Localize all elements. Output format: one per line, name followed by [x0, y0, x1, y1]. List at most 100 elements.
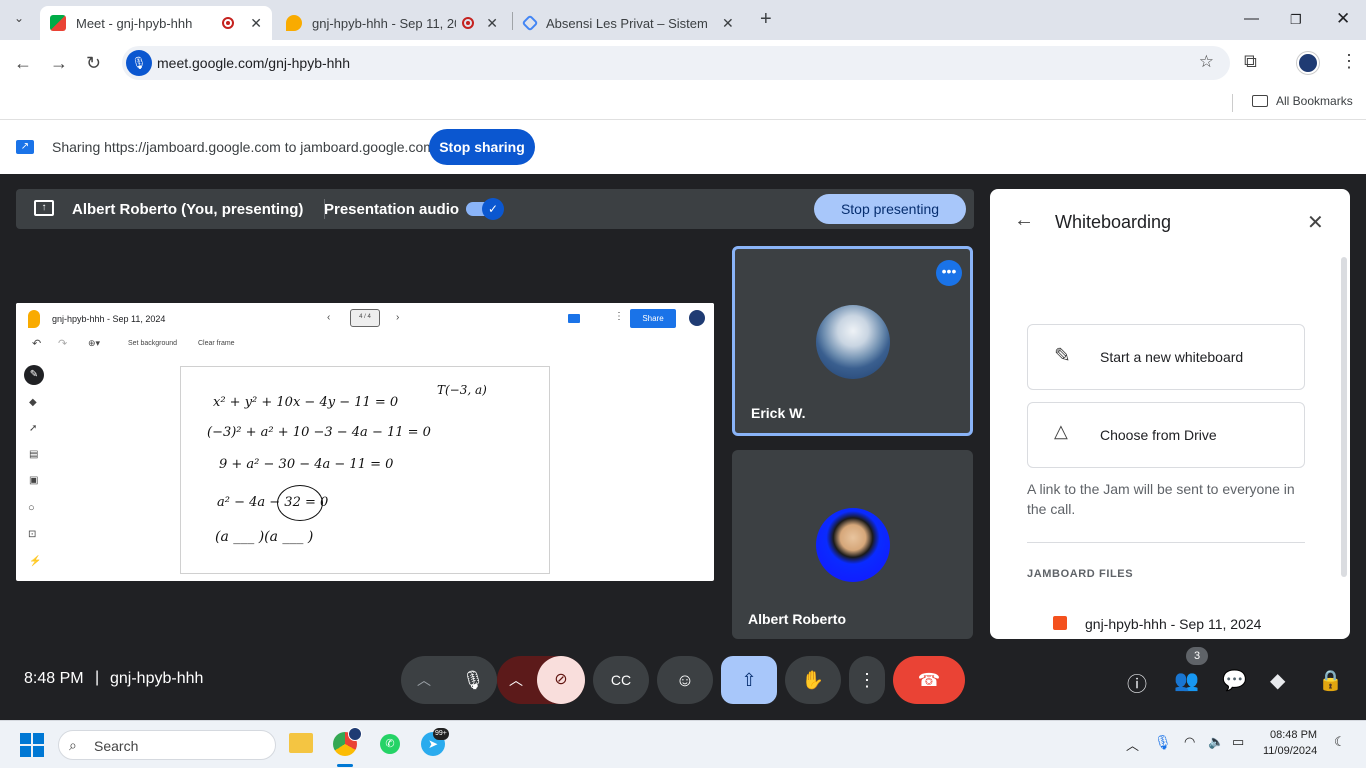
- recording-icon: [462, 17, 475, 29]
- tray-mic-icon[interactable]: 🎙: [1154, 734, 1172, 751]
- profile-avatar[interactable]: [1297, 52, 1319, 74]
- tab-jamboard[interactable]: gnj-hpyb-hhh - Sep 11, 2024 ✕: [276, 6, 508, 40]
- url-text[interactable]: meet.google.com/gnj-hpyb-hhh: [157, 55, 350, 71]
- video-options-chevron-icon[interactable]: ︿: [509, 656, 523, 704]
- meeting-details-icon[interactable]: ⓘ: [1127, 668, 1147, 697]
- participant-tile-albert[interactable]: Albert Roberto: [732, 450, 973, 639]
- presentation-audio-toggle[interactable]: [466, 198, 504, 220]
- clock-time[interactable]: 08:48 PM: [1270, 729, 1317, 741]
- more-options-button[interactable]: ⋮: [849, 656, 885, 704]
- handwriting-line: T(−3, a): [437, 383, 487, 397]
- camera-off-button[interactable]: ⊘: [537, 656, 585, 704]
- host-controls-icon[interactable]: 🔒: [1318, 668, 1343, 693]
- wifi-icon[interactable]: ◠: [1184, 734, 1195, 750]
- windows-start-icon[interactable]: [20, 733, 44, 757]
- zoom-icon[interactable]: ⊕▾: [88, 338, 100, 349]
- panel-scrollbar[interactable]: [1341, 257, 1347, 577]
- restore-icon[interactable]: ❐: [1290, 12, 1302, 28]
- redo-icon[interactable]: ↷: [58, 337, 67, 350]
- undo-icon[interactable]: ↶: [32, 337, 41, 350]
- stop-sharing-button[interactable]: Stop sharing: [429, 129, 535, 165]
- tab-meet[interactable]: Meet - gnj-hpyb-hhh ✕: [40, 6, 272, 40]
- emoji-reactions-button[interactable]: ☺: [657, 656, 713, 704]
- clock-date[interactable]: 11/09/2024: [1263, 745, 1317, 757]
- bookmark-star-icon[interactable]: ☆: [1199, 52, 1214, 72]
- jamboard-share-button[interactable]: Share: [630, 309, 676, 328]
- jamboard-file-item[interactable]: gnj-hpyb-hhh - Sep 11, 2024: [1085, 616, 1261, 632]
- handwriting-circle: [277, 485, 323, 521]
- activities-icon[interactable]: ◆: [1270, 668, 1285, 693]
- menu-kebab-icon[interactable]: ⋮: [1340, 51, 1358, 72]
- more-options-icon[interactable]: •••: [936, 260, 962, 286]
- address-bar[interactable]: 🎙 meet.google.com/gnj-hpyb-hhh ☆: [122, 46, 1230, 80]
- folder-icon: [1252, 95, 1268, 107]
- divider: |: [95, 669, 100, 686]
- meeting-time: 8:48 PM: [24, 670, 84, 687]
- present-icon[interactable]: [568, 314, 580, 323]
- all-bookmarks-link[interactable]: All Bookmarks: [1276, 94, 1353, 108]
- people-icon[interactable]: 👥: [1174, 668, 1199, 693]
- window-close-icon[interactable]: ✕: [1336, 9, 1350, 29]
- captions-button[interactable]: CC: [593, 656, 649, 704]
- pen-tool-icon[interactable]: ✎: [24, 365, 44, 385]
- close-tab-icon[interactable]: ✕: [486, 15, 498, 32]
- participant-tile-erick[interactable]: ••• Erick W.: [732, 246, 973, 436]
- forward-icon[interactable]: →: [50, 53, 68, 74]
- jamboard-canvas[interactable]: x² + y² + 10x − 4y − 11 = 0 (−3)² + a² +…: [180, 366, 550, 574]
- new-tab-button[interactable]: +: [760, 8, 772, 31]
- whatsapp-icon[interactable]: ✆: [380, 734, 400, 754]
- participant-name: Albert Roberto: [748, 611, 846, 627]
- clear-frame-button[interactable]: Clear frame: [198, 340, 235, 347]
- select-tool-icon[interactable]: ➚: [29, 423, 37, 434]
- text-box-icon[interactable]: ⊡: [28, 529, 36, 540]
- sticky-note-icon[interactable]: ▤: [29, 449, 38, 460]
- close-tab-icon[interactable]: ✕: [722, 15, 734, 32]
- eraser-tool-icon[interactable]: ◆: [29, 397, 37, 408]
- meeting-code: gnj-hpyb-hhh: [110, 670, 204, 687]
- raise-hand-button[interactable]: ✋: [785, 656, 841, 704]
- volume-icon[interactable]: 🔈: [1208, 734, 1224, 750]
- windows-taskbar: ⌕ Search ✆ ➤ 99+ ︿ 🎙 ◠ 🔈 ▭ 08:48 PM 11/0…: [0, 720, 1366, 768]
- audio-options-chevron-icon[interactable]: ︿: [417, 656, 431, 704]
- button-label: Start a new whiteboard: [1100, 349, 1244, 365]
- panel-title: Whiteboarding: [1055, 212, 1172, 232]
- start-new-whiteboard-button[interactable]: ✎ Start a new whiteboard: [1027, 324, 1305, 390]
- circle-tool-icon[interactable]: ○: [28, 502, 35, 514]
- choose-from-drive-button[interactable]: △ Choose from Drive: [1027, 402, 1305, 468]
- back-icon[interactable]: ←: [14, 53, 32, 74]
- button-label: Choose from Drive: [1100, 427, 1217, 443]
- whiteboarding-panel: ← Whiteboarding ✕ ✎ Start a new whiteboa…: [990, 189, 1350, 639]
- prev-frame-icon[interactable]: ‹: [327, 312, 330, 323]
- taskbar-search-box[interactable]: ⌕ Search: [58, 730, 276, 760]
- chat-icon[interactable]: 💬: [1222, 668, 1247, 693]
- close-panel-icon[interactable]: ✕: [1307, 210, 1324, 235]
- tray-chevron-icon[interactable]: ︿: [1126, 735, 1139, 754]
- next-frame-icon[interactable]: ›: [396, 312, 399, 323]
- back-arrow-icon[interactable]: ←: [1014, 209, 1034, 232]
- file-explorer-icon[interactable]: [289, 733, 313, 753]
- microphone-button[interactable]: 🎙: [449, 656, 497, 704]
- reload-icon[interactable]: ↻: [86, 53, 101, 74]
- image-tool-icon[interactable]: ▣: [29, 475, 38, 486]
- frame-counter[interactable]: 4 / 4: [350, 309, 380, 327]
- more-icon[interactable]: ⋮: [614, 311, 624, 322]
- set-background-button[interactable]: Set background: [128, 340, 177, 347]
- pencil-icon: ✎: [1054, 345, 1071, 367]
- recording-icon: [222, 17, 235, 29]
- minimize-icon[interactable]: —: [1244, 10, 1259, 27]
- present-now-button[interactable]: ⇧: [721, 656, 777, 704]
- battery-icon[interactable]: ▭: [1232, 734, 1244, 750]
- presentation-audio-label: Presentation audio: [324, 201, 460, 218]
- notifications-icon[interactable]: ☾: [1334, 734, 1346, 750]
- browser-tab-bar: ⌄ Meet - gnj-hpyb-hhh ✕ gnj-hpyb-hhh - S…: [0, 0, 1366, 40]
- stop-presenting-button[interactable]: Stop presenting: [814, 194, 966, 224]
- jamboard-file-icon: [1053, 616, 1067, 630]
- jamboard-tool-rail: ✎ ◆ ➚ ▤ ▣ ○ ⊡ ⚡: [24, 363, 44, 575]
- laser-tool-icon[interactable]: ⚡: [29, 556, 41, 567]
- tab-search-chevron-icon[interactable]: ⌄: [14, 11, 24, 25]
- camera-control: ︿ ⊘: [497, 656, 585, 704]
- extensions-icon[interactable]: ⧉: [1244, 51, 1257, 72]
- leave-call-button[interactable]: ☎: [893, 656, 965, 704]
- close-tab-icon[interactable]: ✕: [250, 15, 262, 32]
- tab-absensi[interactable]: Absensi Les Privat – Sistem Ruang ✕: [514, 6, 746, 40]
